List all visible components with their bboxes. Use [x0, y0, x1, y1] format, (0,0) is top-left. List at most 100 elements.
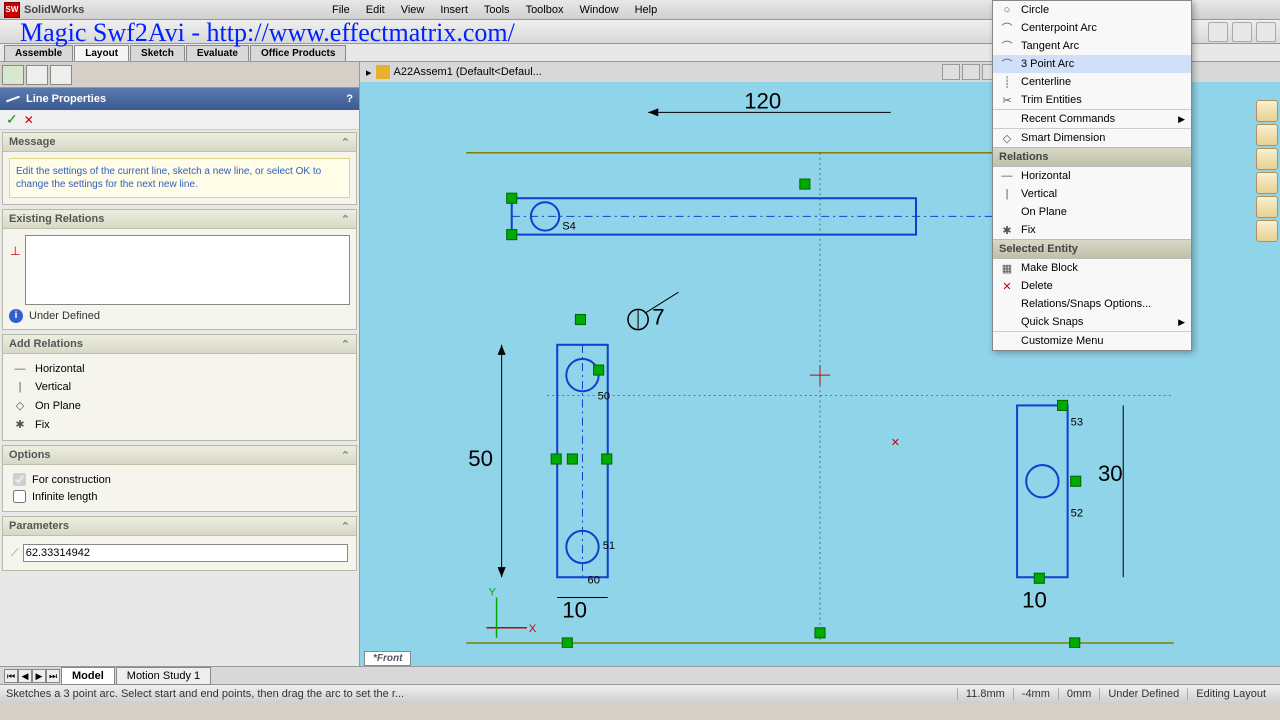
three-point-arc-icon: ⌒: [999, 56, 1015, 72]
extra-button[interactable]: [1256, 220, 1278, 242]
relation-horizontal[interactable]: —Horizontal: [9, 360, 350, 378]
ctx-make-block[interactable]: ▦Make Block: [993, 259, 1191, 277]
tab-model[interactable]: Model: [61, 667, 115, 685]
existing-relations-panel: Existing Relations⌃ ⊥ i Under Defined: [2, 209, 357, 330]
horizontal-icon: —: [13, 363, 27, 375]
confirm-row: ✓ ✕: [0, 110, 359, 130]
svg-text:30: 30: [1098, 461, 1123, 486]
menu-insert[interactable]: Insert: [432, 2, 476, 18]
svg-text:7: 7: [652, 305, 664, 330]
menu-edit[interactable]: Edit: [358, 2, 393, 18]
toolbar-btn-2[interactable]: [1232, 22, 1252, 42]
view-name-tab[interactable]: *Front: [364, 651, 411, 666]
svg-text:53: 53: [1071, 417, 1083, 429]
message-header[interactable]: Message⌃: [3, 133, 356, 152]
appearance-button[interactable]: [1256, 124, 1278, 146]
ctx-circle[interactable]: ○Circle: [993, 1, 1191, 19]
decal-button[interactable]: [1256, 148, 1278, 170]
menu-tools[interactable]: Tools: [476, 2, 518, 18]
for-construction-label: For construction: [32, 474, 111, 486]
cancel-button[interactable]: ✕: [24, 113, 34, 127]
property-tab[interactable]: [26, 65, 48, 85]
menu-toolbox[interactable]: Toolbox: [518, 2, 572, 18]
parameters-header[interactable]: Parameters⌃: [3, 517, 356, 536]
tab-assemble[interactable]: Assemble: [4, 45, 73, 61]
parameter-input[interactable]: [23, 544, 348, 562]
menu-bar: File Edit View Insert Tools Toolbox Wind…: [320, 0, 689, 20]
toolbar-btn-3[interactable]: [1256, 22, 1276, 42]
tab-first[interactable]: ⏮: [4, 669, 18, 683]
fix-icon: ✱: [13, 418, 27, 431]
ctx-centerpoint-arc[interactable]: ⌒Centerpoint Arc: [993, 19, 1191, 37]
perpendicular-icon: ⊥: [10, 244, 20, 258]
submenu-arrow-icon: ▶: [1178, 317, 1185, 328]
zoom-fit-button[interactable]: [942, 64, 960, 80]
for-construction-checkbox[interactable]: [13, 473, 26, 486]
relation-vertical[interactable]: |Vertical: [9, 378, 350, 396]
menu-window[interactable]: Window: [571, 2, 626, 18]
ctx-smart-dimension[interactable]: ◇Smart Dimension: [993, 129, 1191, 147]
submenu-arrow-icon: ▶: [1178, 114, 1185, 125]
sidebar-tab-row: [0, 62, 359, 88]
ctx-snap-options[interactable]: Relations/Snaps Options...: [993, 295, 1191, 313]
tab-next[interactable]: ▶: [32, 669, 46, 683]
relation-fix[interactable]: ✱Fix: [9, 415, 350, 434]
tab-motion-study[interactable]: Motion Study 1: [116, 667, 211, 685]
light-button[interactable]: [1256, 196, 1278, 218]
config-tab[interactable]: [50, 65, 72, 85]
ctx-customize-menu[interactable]: Customize Menu: [993, 332, 1191, 350]
ctx-3-point-arc[interactable]: ⌒3 Point Arc: [993, 55, 1191, 73]
length-icon: ⟋: [11, 547, 19, 560]
svg-text:10: 10: [562, 598, 587, 623]
status-coord-z: 0mm: [1058, 688, 1099, 700]
ctx-quick-snaps[interactable]: Quick Snaps▶: [993, 313, 1191, 331]
tab-nav: ⏮ ◀ ▶ ⏭: [4, 669, 60, 683]
tab-evaluate[interactable]: Evaluate: [186, 45, 249, 61]
relation-on-plane[interactable]: ◇On Plane: [9, 396, 350, 415]
tab-office-products[interactable]: Office Products: [250, 45, 346, 61]
options-header[interactable]: Options⌃: [3, 446, 356, 465]
menu-file[interactable]: File: [324, 2, 358, 18]
ctx-rel-on-plane[interactable]: On Plane: [993, 203, 1191, 221]
home-button[interactable]: [1256, 100, 1278, 122]
delete-icon: ✕: [999, 278, 1015, 294]
status-definition: Under Defined: [1099, 688, 1187, 700]
ctx-centerline[interactable]: ┊Centerline: [993, 73, 1191, 91]
ctx-rel-fix[interactable]: ✱Fix: [993, 221, 1191, 239]
info-icon: i: [9, 309, 23, 323]
fix-icon: ✱: [999, 222, 1015, 238]
property-title: Line Properties: [26, 93, 106, 105]
plane-icon: ◇: [13, 399, 27, 412]
scene-button[interactable]: [1256, 172, 1278, 194]
ctx-rel-vertical[interactable]: |Vertical: [993, 185, 1191, 203]
add-relations-header[interactable]: Add Relations⌃: [3, 335, 356, 354]
toolbar-btn-1[interactable]: [1208, 22, 1228, 42]
ok-button[interactable]: ✓: [6, 111, 18, 128]
relations-listbox[interactable]: ⊥: [25, 235, 350, 305]
menu-view[interactable]: View: [393, 2, 433, 18]
ctx-tangent-arc[interactable]: ⌒Tangent Arc: [993, 37, 1191, 55]
help-button[interactable]: ?: [346, 93, 353, 105]
existing-relations-header[interactable]: Existing Relations⌃: [3, 210, 356, 229]
tab-last[interactable]: ⏭: [46, 669, 60, 683]
message-text: Edit the settings of the current line, s…: [9, 158, 350, 198]
zoom-area-button[interactable]: [962, 64, 980, 80]
block-icon: ▦: [999, 260, 1015, 276]
ctx-recent-commands[interactable]: Recent Commands▶: [993, 110, 1191, 128]
tab-prev[interactable]: ◀: [18, 669, 32, 683]
menu-help[interactable]: Help: [627, 2, 666, 18]
feature-tree-tab[interactable]: [2, 65, 24, 85]
svg-text:120: 120: [744, 88, 781, 113]
bottom-tabs: ⏮ ◀ ▶ ⏭ Model Motion Study 1: [0, 666, 1280, 684]
ctx-rel-horizontal[interactable]: —Horizontal: [993, 167, 1191, 185]
dimension-icon: ◇: [999, 130, 1015, 146]
ctx-delete[interactable]: ✕Delete: [993, 277, 1191, 295]
document-name[interactable]: A22Assem1 (Default<Defaul...: [394, 66, 542, 78]
tab-sketch[interactable]: Sketch: [130, 45, 185, 61]
expand-tree-icon[interactable]: ▸: [366, 66, 372, 79]
ctx-trim-entities[interactable]: ✂Trim Entities: [993, 91, 1191, 109]
tab-layout[interactable]: Layout: [74, 45, 129, 61]
infinite-length-checkbox[interactable]: [13, 490, 26, 503]
circle-icon: ○: [999, 2, 1015, 18]
status-coord-y: -4mm: [1013, 688, 1058, 700]
